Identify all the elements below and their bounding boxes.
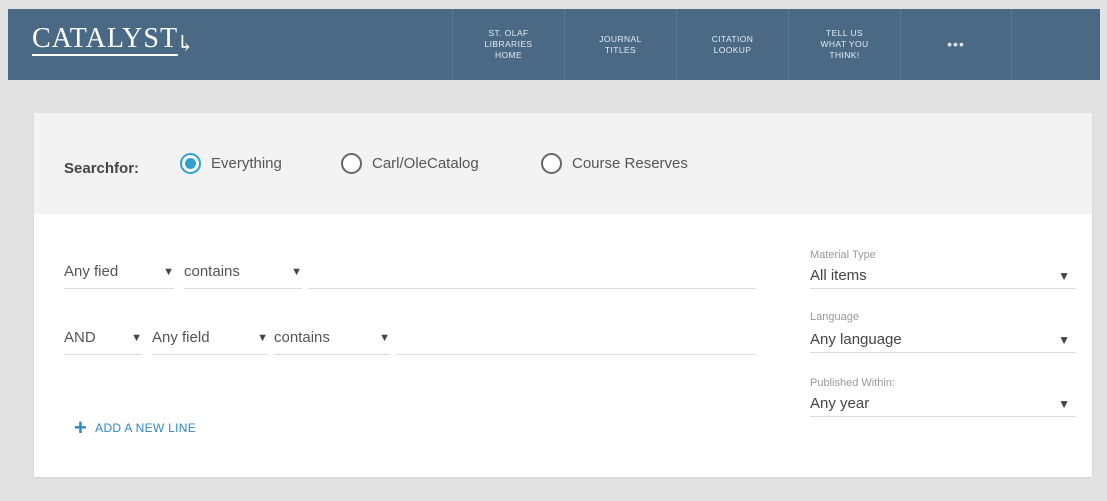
row1-field-select[interactable]: Any fied ▼	[64, 259, 174, 289]
nav-more-button[interactable]: •••	[900, 9, 1012, 80]
nav-label: Citation Lookup	[711, 33, 754, 55]
radio-unchecked-icon	[341, 153, 362, 174]
caret-down-icon: ▼	[1058, 396, 1070, 411]
select-value: Any fied	[64, 263, 119, 280]
caret-down-icon: ▼	[163, 265, 174, 278]
radio-checked-icon	[180, 153, 201, 174]
nav-label: Tell us what you think!	[820, 28, 869, 60]
nav-citation-lookup[interactable]: Citation Lookup	[676, 9, 788, 80]
radio-course-reserves[interactable]: Course Reserves	[541, 153, 688, 174]
top-nav-bar: CATALYST↳ St. Olaf Libraries Home Journa…	[8, 9, 1100, 80]
caret-down-icon: ▼	[1058, 268, 1070, 283]
catalyst-logo[interactable]: CATALYST↳	[32, 23, 196, 57]
select-value: Any year	[810, 395, 870, 412]
nav-libraries-home[interactable]: St. Olaf Libraries Home	[452, 9, 564, 80]
caret-down-icon: ▼	[291, 265, 302, 278]
material-type-select[interactable]: All items ▼	[810, 263, 1076, 289]
select-value: All items	[810, 267, 867, 284]
radio-label: Carl/OleCatalog	[372, 155, 479, 172]
language-label: Language	[810, 311, 859, 323]
select-value: Any language	[810, 331, 902, 348]
radio-label: Course Reserves	[572, 155, 688, 172]
search-card: Searchfor: Everything Carl/OleCatalog Co…	[34, 113, 1092, 477]
language-select[interactable]: Any language ▼	[810, 327, 1076, 353]
add-new-line-button[interactable]: + ADD A NEW LINE	[74, 415, 197, 440]
row1-operator-select[interactable]: contains ▼	[184, 259, 302, 289]
nav-journal-titles[interactable]: Journal Titles	[564, 9, 676, 80]
nav-label: Journal Titles	[599, 33, 642, 55]
select-value: contains	[184, 263, 240, 280]
more-icon: •••	[947, 36, 965, 52]
material-type-label: Material Type	[810, 249, 876, 261]
published-within-label: Published Within:	[810, 377, 895, 389]
caret-down-icon: ▼	[1058, 332, 1070, 347]
searchfor-bar: Searchfor: Everything Carl/OleCatalog Co…	[34, 113, 1092, 214]
radio-unchecked-icon	[541, 153, 562, 174]
published-within-select[interactable]: Any year ▼	[810, 391, 1076, 417]
plus-icon: +	[74, 415, 88, 440]
radio-everything[interactable]: Everything	[180, 153, 282, 174]
caret-down-icon: ▼	[257, 331, 268, 344]
row2-operator-select[interactable]: contains ▼	[274, 325, 390, 355]
radio-label: Everything	[211, 155, 282, 172]
select-value: contains	[274, 329, 330, 346]
searchfor-label: Searchfor:	[64, 160, 140, 177]
caret-down-icon: ▼	[131, 331, 142, 344]
nav-label: St. Olaf Libraries Home	[484, 28, 533, 60]
select-value: AND	[64, 329, 96, 346]
row2-field-select[interactable]: Any field ▼	[152, 325, 268, 355]
add-line-label: ADD A NEW LINE	[95, 421, 197, 435]
select-value: Any field	[152, 329, 210, 346]
caret-down-icon: ▼	[379, 331, 390, 344]
logo-arrow-icon: ↳	[176, 31, 196, 56]
row2-search-input[interactable]	[396, 325, 756, 355]
nav-tell-us[interactable]: Tell us what you think!	[788, 9, 900, 80]
row1-search-input[interactable]	[308, 259, 756, 289]
radio-catalog[interactable]: Carl/OleCatalog	[341, 153, 479, 174]
logo-text: CATALYST	[32, 23, 179, 56]
row2-bool-select[interactable]: AND ▼	[64, 325, 142, 355]
